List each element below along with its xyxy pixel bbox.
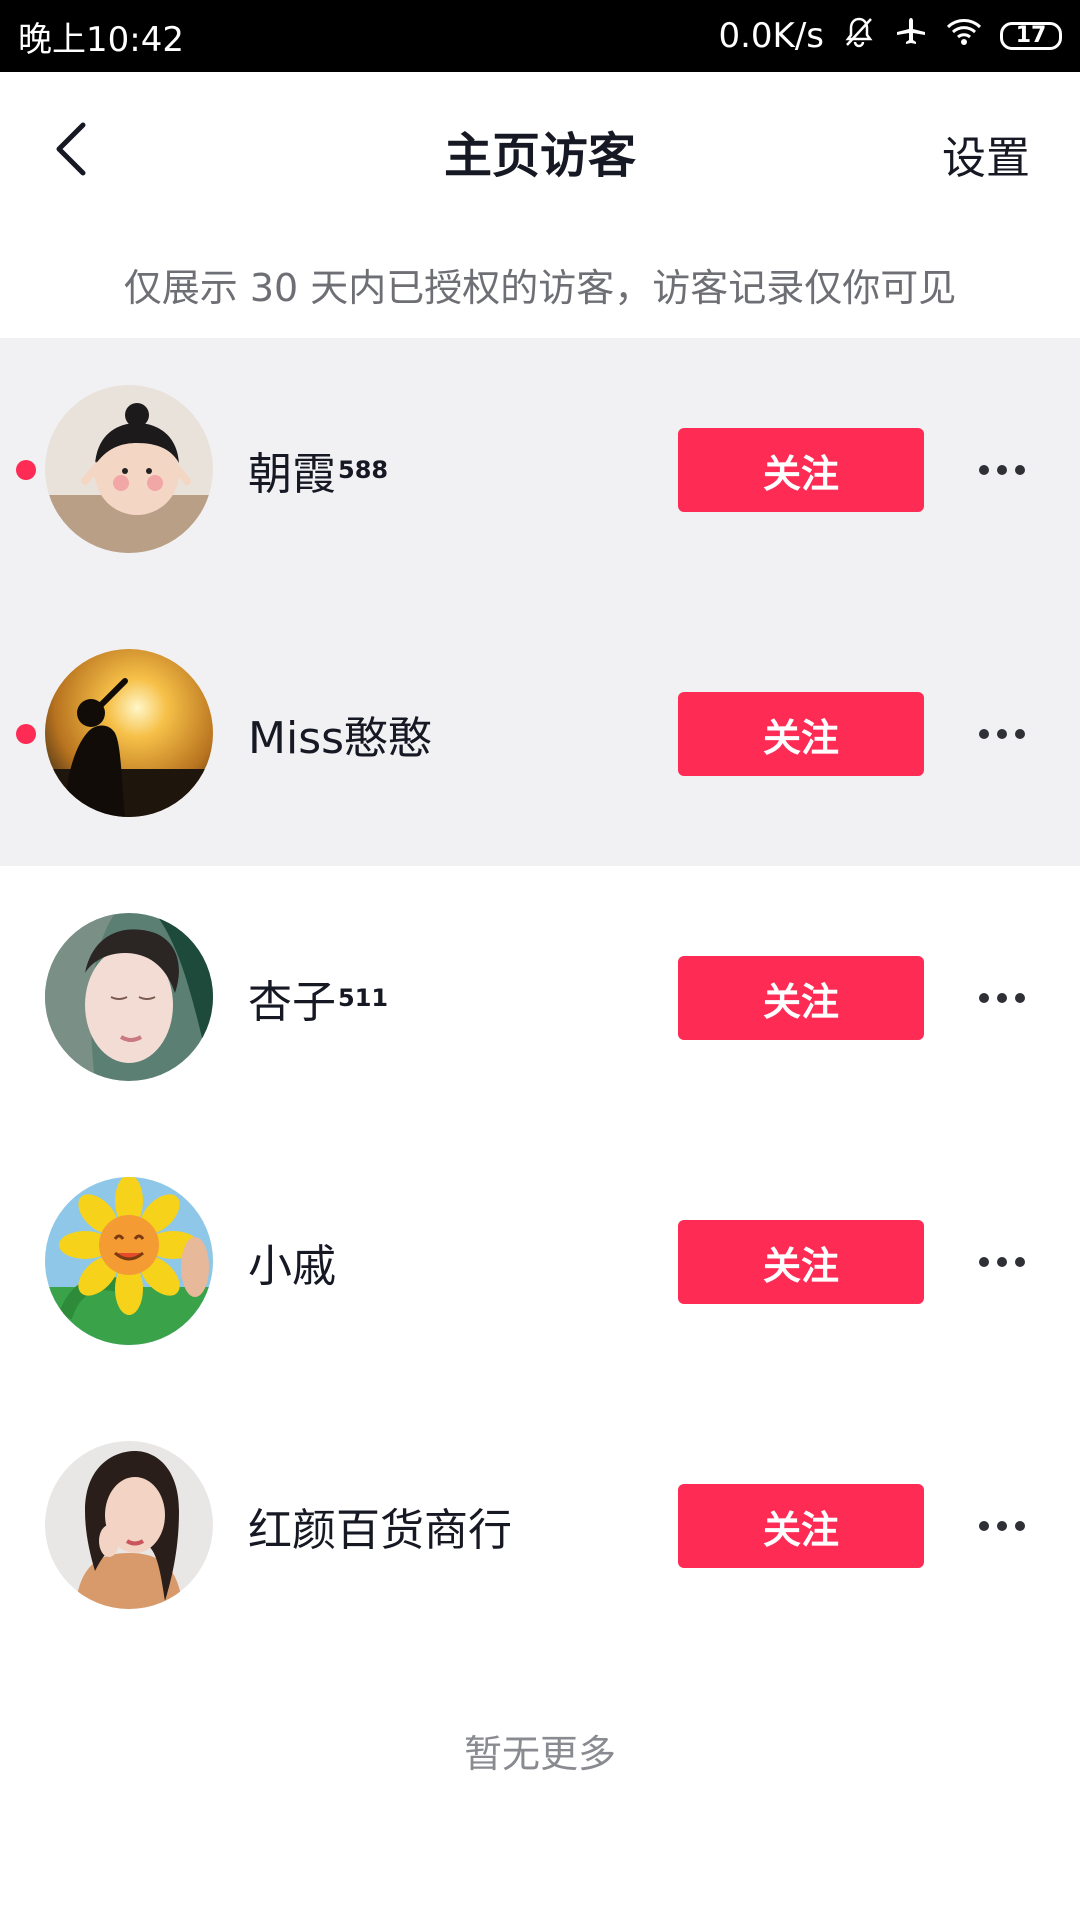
follow-button[interactable]: 关注: [678, 1484, 924, 1568]
visitor-name[interactable]: 小戚: [248, 1130, 336, 1394]
avatar[interactable]: [45, 1177, 213, 1345]
battery-level: 17: [1015, 23, 1047, 48]
status-bar: 晚上10:42 0.0K/s 17: [0, 0, 1080, 72]
visitor-row[interactable]: 朝霞 588 关注: [0, 338, 1080, 602]
visitor-row[interactable]: 杏子 511 关注: [0, 866, 1080, 1130]
network-speed: 0.0K/s: [718, 16, 824, 56]
visitor-name[interactable]: 朝霞 588: [248, 338, 388, 602]
avatar[interactable]: [45, 1441, 213, 1609]
navigation-bar: 主页访客 设置: [0, 72, 1080, 230]
visitor-list: 朝霞 588 关注 Miss憨憨 关注 杏子 511 关注 小戚 关注 红颜百货…: [0, 338, 1080, 1658]
unread-dot: [16, 460, 36, 480]
visitor-name[interactable]: 杏子 511: [248, 866, 388, 1130]
status-time: 晚上10:42: [18, 19, 184, 60]
visitor-row[interactable]: Miss憨憨 关注: [0, 602, 1080, 866]
airplane-icon: [894, 15, 928, 58]
follow-button[interactable]: 关注: [678, 956, 924, 1040]
back-button[interactable]: [46, 114, 96, 184]
more-options-icon[interactable]: [970, 1240, 1034, 1284]
name-suffix: 588: [338, 456, 389, 484]
more-options-icon[interactable]: [970, 1504, 1034, 1548]
visitor-name[interactable]: 红颜百货商行: [248, 1394, 512, 1658]
name-suffix: 511: [338, 984, 389, 1012]
visitor-name[interactable]: Miss憨憨: [248, 602, 432, 866]
avatar[interactable]: [45, 649, 213, 817]
chevron-left-icon: [56, 122, 86, 176]
privacy-notice: 仅展示 30 天内已授权的访客，访客记录仅你可见: [123, 265, 957, 310]
wifi-icon: [946, 16, 982, 56]
no-more-label: 暂无更多: [463, 1731, 616, 1776]
follow-button[interactable]: 关注: [678, 1220, 924, 1304]
mute-bell-icon: [842, 15, 876, 58]
settings-button[interactable]: 设置: [942, 122, 1030, 186]
visitor-row[interactable]: 红颜百货商行 关注: [0, 1394, 1080, 1658]
more-options-icon[interactable]: [970, 448, 1034, 492]
page-title: 主页访客: [443, 128, 636, 184]
visitor-row[interactable]: 小戚 关注: [0, 1130, 1080, 1394]
more-options-icon[interactable]: [970, 976, 1034, 1020]
follow-button[interactable]: 关注: [678, 428, 924, 512]
follow-button[interactable]: 关注: [678, 692, 924, 776]
more-options-icon[interactable]: [970, 712, 1034, 756]
unread-dot: [16, 724, 36, 744]
avatar[interactable]: [45, 385, 213, 553]
battery-icon: 17: [1000, 22, 1062, 50]
avatar[interactable]: [45, 913, 213, 1081]
